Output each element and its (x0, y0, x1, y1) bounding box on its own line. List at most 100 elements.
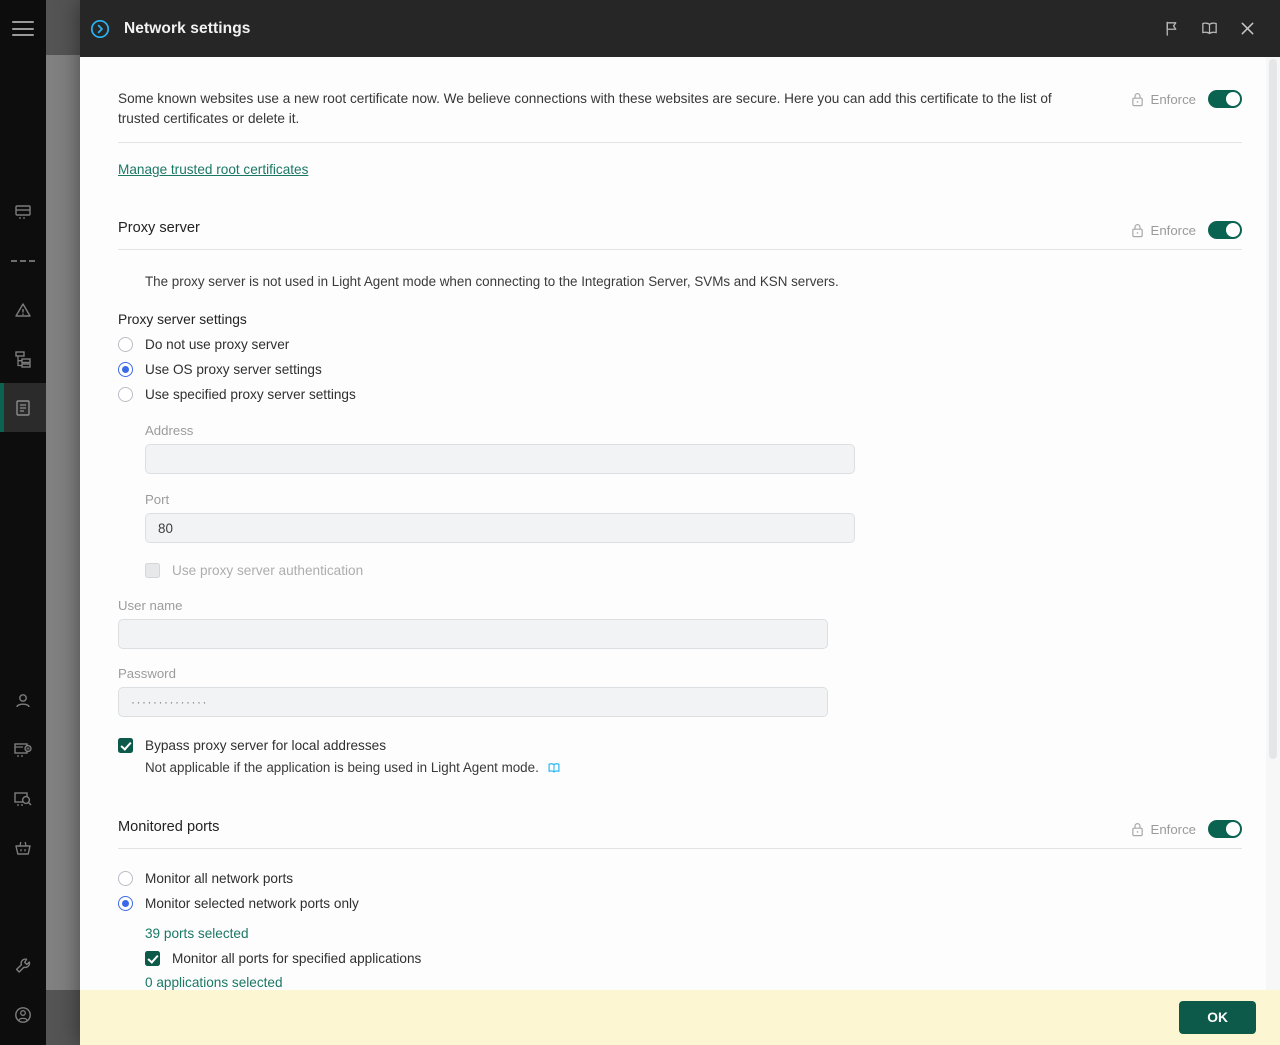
radio-indicator (118, 896, 133, 911)
proxy-port-group: Port 80 (145, 492, 855, 543)
certificate-section: Some known websites use a new root certi… (118, 89, 1242, 128)
port-label: Port (145, 492, 170, 507)
radio-use-specified-proxy[interactable]: Use specified proxy server settings (118, 387, 1242, 402)
account-icon (15, 1006, 31, 1023)
bypass-note-text: Not applicable if the application is bei… (145, 760, 539, 775)
proxy-address-group: Address (145, 423, 855, 474)
close-icon (1241, 22, 1253, 35)
dialog-titlebar: Network settings (80, 0, 1280, 57)
sidebar-menu-button[interactable] (0, 0, 46, 57)
certificate-divider (118, 142, 1242, 143)
flag-button[interactable] (1152, 10, 1190, 48)
proxy-enforce-label: Enforce (1150, 222, 1196, 238)
sidebar-item-policies[interactable] (0, 383, 46, 432)
close-button[interactable] (1228, 10, 1266, 48)
scrollbar-thumb[interactable] (1269, 59, 1277, 759)
certificate-enforce-toggle[interactable] (1208, 90, 1242, 108)
monitor-search-icon (14, 791, 32, 806)
basket-icon (15, 841, 31, 855)
monitored-ports-title: Monitored ports (118, 819, 220, 835)
certificate-enforce-group: Enforce (1131, 89, 1242, 108)
checkbox-indicator (118, 738, 133, 753)
sidebar-item-discovery[interactable] (0, 774, 46, 823)
proxy-username-group: User name (118, 598, 828, 649)
sidebar-item-users[interactable] (0, 676, 46, 725)
proxy-section-title: Proxy server (118, 220, 200, 236)
radio-monitor-selected-ports[interactable]: Monitor selected network ports only (118, 896, 1242, 911)
application-window: Network settings Some known websites use… (0, 0, 1280, 1045)
circle-arrow-icon[interactable] (90, 19, 110, 39)
ok-button[interactable]: OK (1179, 1001, 1256, 1034)
radio-label: Monitor selected network ports only (145, 896, 359, 911)
radio-label: Use specified proxy server settings (145, 387, 356, 402)
dialog-footer: OK (80, 990, 1280, 1045)
bypass-proxy-checkbox[interactable]: Bypass proxy server for local addresses (118, 738, 1242, 753)
proxy-enforce-group: Enforce (1131, 220, 1242, 239)
hierarchy-icon (15, 350, 31, 368)
radio-do-not-use-proxy[interactable]: Do not use proxy server (118, 337, 1242, 352)
radio-label: Do not use proxy server (145, 337, 290, 352)
network-settings-dialog: Network settings Some known websites use… (80, 0, 1280, 1045)
lock-icon (1131, 223, 1143, 237)
lock-icon (1131, 92, 1143, 106)
sidebar-item-device-tree[interactable] (0, 334, 46, 383)
radio-indicator (118, 362, 133, 377)
monitored-ports-enforce-label: Enforce (1150, 821, 1196, 837)
lock-icon (1131, 822, 1143, 836)
dim-left-strip (40, 55, 80, 990)
monitor-specified-apps-checkbox[interactable]: Monitor all ports for specified applicat… (145, 951, 1242, 966)
help-book-icon[interactable] (547, 762, 561, 774)
proxy-note: The proxy server is not used in Light Ag… (145, 274, 839, 289)
sidebar-item-device-settings[interactable] (0, 725, 46, 774)
certificate-enforce-label: Enforce (1150, 91, 1196, 107)
hamburger-icon[interactable] (12, 21, 34, 36)
proxy-settings-label: Proxy server settings (118, 312, 247, 327)
proxy-enforce-toggle[interactable] (1208, 221, 1242, 239)
checkbox-label: Use proxy server authentication (172, 563, 364, 578)
help-button[interactable] (1190, 10, 1228, 48)
sidebar-item-tools[interactable] (0, 941, 46, 990)
monitored-ports-enforce-toggle[interactable] (1208, 820, 1242, 838)
proxy-divider (118, 249, 1242, 250)
monitor-settings-icon (14, 742, 32, 757)
flag-icon (1166, 21, 1176, 36)
manage-trusted-root-certificates-link[interactable]: Manage trusted root certificates (118, 162, 308, 177)
radio-indicator (118, 871, 133, 886)
radio-indicator (118, 387, 133, 402)
radio-indicator (118, 337, 133, 352)
policies-icon (16, 399, 30, 416)
password-label: Password (118, 666, 176, 681)
monitored-ports-divider (118, 848, 1242, 849)
user-icon (16, 693, 30, 707)
warning-icon (15, 302, 31, 317)
ports-selected-link[interactable]: 39 ports selected (145, 926, 249, 941)
sidebar-items (0, 57, 46, 872)
radio-label: Monitor all network ports (145, 871, 294, 886)
checkbox-indicator (145, 951, 160, 966)
monitored-ports-details: 39 ports selected Monitor all ports for … (145, 925, 1242, 990)
dialog-body: Some known websites use a new root certi… (80, 57, 1280, 990)
sidebar-item-marketplace[interactable] (0, 823, 46, 872)
address-input[interactable] (145, 444, 855, 474)
vertical-scrollbar[interactable] (1266, 57, 1280, 990)
port-input[interactable]: 80 (145, 513, 855, 543)
sidebar (0, 0, 46, 1045)
sidebar-item-alerts[interactable] (0, 285, 46, 334)
username-input[interactable] (118, 619, 828, 649)
proxy-password-group: Password ·············· (118, 666, 828, 717)
sidebar-divider (0, 236, 46, 285)
username-label: User name (118, 598, 183, 613)
password-input[interactable]: ·············· (118, 687, 828, 717)
sidebar-item-account[interactable] (0, 990, 46, 1039)
sidebar-bottom-items (0, 941, 46, 1045)
checkbox-label: Monitor all ports for specified applicat… (172, 951, 422, 966)
applications-selected-link[interactable]: 0 applications selected (145, 975, 283, 990)
radio-monitor-all-ports[interactable]: Monitor all network ports (118, 871, 1242, 886)
radio-use-os-proxy[interactable]: Use OS proxy server settings (118, 362, 1242, 377)
monitored-ports-section-header: Monitored ports Enforce (118, 819, 1242, 838)
use-proxy-authentication-checkbox[interactable]: Use proxy server authentication (145, 563, 1242, 578)
radio-label: Use OS proxy server settings (145, 362, 322, 377)
proxy-section-header: Proxy server Enforce (118, 220, 1242, 239)
sidebar-item-reports[interactable] (0, 187, 46, 236)
wrench-icon (15, 957, 31, 973)
